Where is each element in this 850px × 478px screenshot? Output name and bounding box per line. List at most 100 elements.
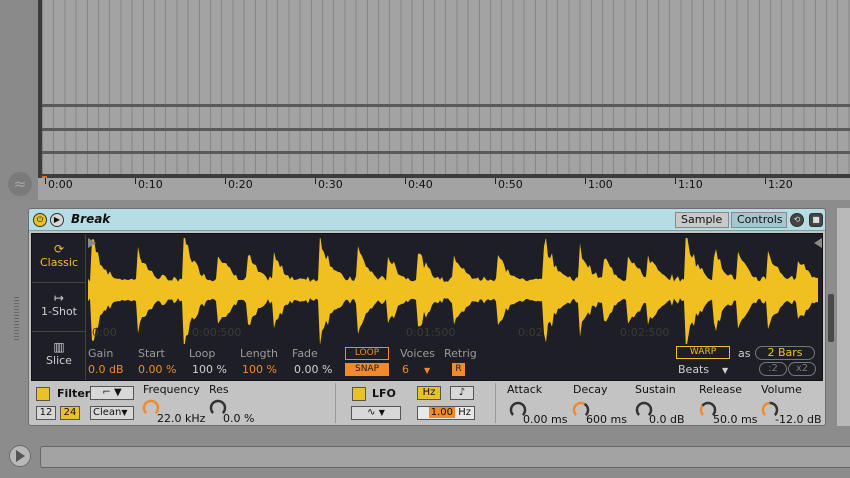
as-label: as xyxy=(738,347,751,360)
lfo-label: LFO xyxy=(372,387,396,400)
lfo-hz-button[interactable]: Hz xyxy=(417,386,441,400)
time-label: 0:02:500 xyxy=(620,326,670,339)
slope-12-button[interactable]: 12 xyxy=(36,406,56,420)
chevron-down-icon: ▼ xyxy=(378,408,385,417)
hot-swap-icon[interactable]: ⟲ xyxy=(790,213,804,227)
lane-divider xyxy=(42,104,850,107)
chevron-down-icon[interactable]: ▼ xyxy=(424,366,430,375)
mode-oneshot-button[interactable]: ↦ 1-Shot xyxy=(32,283,86,332)
power-icon: ⏻ xyxy=(36,215,44,224)
slice-icon: ▥ xyxy=(53,340,65,354)
lfo-sync-note-button[interactable]: ♪ xyxy=(450,386,474,400)
waveform-area[interactable]: 0:00 0:00:500 0:01:500 0:02 0:02:500 xyxy=(88,238,822,344)
end-marker-triangle xyxy=(814,238,822,248)
attack-label: Attack xyxy=(507,383,543,396)
mode-slice-button[interactable]: ▥ Slice xyxy=(32,332,86,381)
arrow-right-icon: ↦ xyxy=(53,291,65,305)
arrangement-left-column xyxy=(0,0,38,200)
filter-toggle[interactable] xyxy=(36,387,50,401)
sustain-label: Sustain xyxy=(635,383,676,396)
release-value: 50.0 ms xyxy=(713,413,758,426)
attack-value: 0.00 ms xyxy=(523,413,568,426)
lane-divider xyxy=(42,151,850,154)
fade-label: Fade xyxy=(292,347,318,360)
ruler-label: 0:20 xyxy=(228,178,253,191)
fade-value[interactable]: 0.00 % xyxy=(294,363,332,376)
loop-label: Loop xyxy=(189,347,216,360)
chevron-down-icon: ▼ xyxy=(113,387,122,398)
double-tempo-button[interactable]: x2 xyxy=(788,362,816,376)
tab-sample[interactable]: Sample xyxy=(675,212,729,228)
filter-circuit-dropdown[interactable]: Clean▼ xyxy=(90,406,134,420)
gain-label: Gain xyxy=(88,347,114,360)
mode-classic-label: Classic xyxy=(39,256,79,269)
section-divider xyxy=(335,383,336,423)
lfo-rate-unit: Hz xyxy=(458,407,471,418)
ruler-label: 0:40 xyxy=(408,178,433,191)
filter-type-dropdown[interactable]: ⌐ ▼ xyxy=(90,386,134,400)
retrig-label: Retrig xyxy=(444,347,477,360)
device-header: ⏻ ▶ Break Sample Controls ⟲ ■ xyxy=(29,209,825,231)
length-value[interactable]: 100 % xyxy=(242,363,277,376)
release-label: Release xyxy=(699,383,742,396)
device-title: Break xyxy=(71,212,111,226)
voices-value[interactable]: 6 xyxy=(402,363,409,376)
warp-button[interactable]: WARP xyxy=(676,346,730,359)
ruler-label: 0:50 xyxy=(498,178,523,191)
filter-circuit-value: Clean xyxy=(93,407,122,418)
res-value: 0.0 % xyxy=(223,412,255,425)
warp-mode-value[interactable]: Beats xyxy=(678,363,709,376)
tab-controls[interactable]: Controls xyxy=(731,212,787,228)
sine-wave-icon: ∿ xyxy=(367,407,376,418)
chevron-down-icon[interactable]: ▼ xyxy=(722,366,728,375)
loop-value[interactable]: 100 % xyxy=(192,363,227,376)
res-label: Res xyxy=(209,383,229,396)
warp-bars-field[interactable]: 2 Bars xyxy=(755,346,815,360)
ruler-label: 0:30 xyxy=(318,178,343,191)
snap-toggle-button[interactable]: SNAP xyxy=(345,363,389,376)
mode-slice-label: Slice xyxy=(46,354,72,367)
volume-label: Volume xyxy=(761,383,802,396)
retrig-button[interactable]: R xyxy=(452,363,465,376)
lfo-toggle[interactable] xyxy=(352,387,366,401)
ruler-label: 0:00 xyxy=(48,178,73,191)
preview-play-button[interactable]: ▶ xyxy=(50,213,64,227)
sustain-value: 0.0 dB xyxy=(649,413,685,426)
loop-toggle-button[interactable]: LOOP xyxy=(345,347,389,360)
filter-label: Filter xyxy=(57,387,91,400)
wave-icon[interactable]: ≈ xyxy=(8,172,32,196)
ruler-label: 1:00 xyxy=(588,178,613,191)
lfo-waveform-dropdown[interactable]: ∿ ▼ xyxy=(351,406,401,420)
vertical-scrollbar[interactable] xyxy=(828,294,834,342)
time-label: 0:01:500 xyxy=(406,326,456,339)
bottom-track-field[interactable] xyxy=(40,446,850,468)
lfo-rate-field[interactable]: 1.00 Hz xyxy=(417,406,475,420)
device-power-button[interactable]: ⏻ xyxy=(33,213,47,227)
ruler-label: 0:10 xyxy=(138,178,163,191)
loop-icon: ⟳ xyxy=(53,242,65,256)
gain-value[interactable]: 0.0 dB xyxy=(88,363,124,376)
simpler-device: ⏻ ▶ Break Sample Controls ⟲ ■ ⟳ Classic … xyxy=(28,208,826,426)
playback-mode-column: ⟳ Classic ↦ 1-Shot ▥ Slice xyxy=(32,234,86,380)
arrangement-grid[interactable] xyxy=(38,0,850,178)
chevron-down-icon: ▼ xyxy=(121,408,128,417)
volume-value: -12.0 dB xyxy=(775,413,822,426)
mode-classic-button[interactable]: ⟳ Classic xyxy=(32,234,86,283)
half-tempo-button[interactable]: :2 xyxy=(759,362,787,376)
start-label: Start xyxy=(138,347,165,360)
mode-oneshot-label: 1-Shot xyxy=(41,305,77,318)
lfo-rate-value: 1.00 xyxy=(428,407,456,418)
time-ruler[interactable]: 0:00 0:10 0:20 0:30 0:40 0:50 1:00 1:10 … xyxy=(38,178,850,200)
save-preset-icon[interactable]: ■ xyxy=(809,213,823,227)
section-divider xyxy=(495,383,496,423)
time-label: 0:00 xyxy=(92,326,117,339)
sample-display: ⟳ Classic ↦ 1-Shot ▥ Slice 0:00 0:00:500… xyxy=(31,233,823,381)
ruler-label: 1:20 xyxy=(768,178,793,191)
ruler-label: 1:10 xyxy=(678,178,703,191)
time-label: 0:00:500 xyxy=(192,326,242,339)
start-value[interactable]: 0.00 % xyxy=(138,363,176,376)
panel-resize-handle[interactable] xyxy=(14,296,19,340)
length-label: Length xyxy=(240,347,278,360)
slope-24-button[interactable]: 24 xyxy=(60,406,80,420)
lane-divider xyxy=(42,128,850,131)
